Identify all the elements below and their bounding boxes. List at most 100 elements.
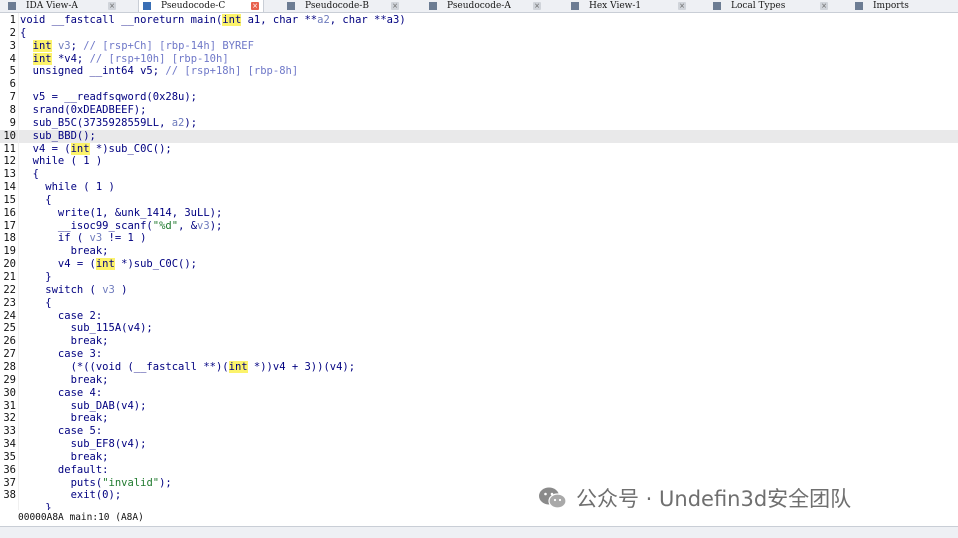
- close-icon[interactable]: ×: [108, 2, 116, 10]
- code-line[interactable]: 31 sub_DAB(v4);: [0, 400, 958, 413]
- code-text[interactable]: case 4:: [20, 387, 102, 400]
- code-line[interactable]: 6: [0, 78, 958, 91]
- code-text[interactable]: unsigned __int64 v5; // [rsp+18h] [rbp-8…: [20, 65, 299, 78]
- code-line[interactable]: 25 sub_115A(v4);: [0, 322, 958, 335]
- code-text[interactable]: int v3; // [rsp+Ch] [rbp-14h] BYREF: [20, 39, 254, 53]
- code-line[interactable]: 8 srand(0xDEADBEEF);: [0, 104, 958, 117]
- code-line[interactable]: 10 sub_BBD();: [0, 129, 958, 143]
- tab-label: Imports: [873, 1, 909, 11]
- code-text[interactable]: while ( 1 ): [20, 155, 103, 168]
- code-text[interactable]: (*((void (__fastcall **)(int *))v4 + 3))…: [20, 360, 355, 374]
- code-text[interactable]: puts("invalid");: [20, 477, 172, 490]
- code-text[interactable]: default:: [20, 464, 109, 477]
- line-number: 1: [9, 14, 16, 26]
- code-text[interactable]: v4 = (int *)sub_C0C();: [20, 142, 172, 156]
- code-text[interactable]: {: [20, 168, 39, 181]
- close-icon[interactable]: ×: [391, 2, 399, 10]
- close-icon[interactable]: ×: [251, 2, 259, 10]
- code-text[interactable]: void __fastcall __noreturn main(int a1, …: [20, 14, 406, 27]
- code-text[interactable]: case 2:: [20, 310, 102, 323]
- code-line[interactable]: 20 v4 = (int *)sub_C0C();: [0, 258, 958, 271]
- code-line[interactable]: 26 break;: [0, 335, 958, 348]
- code-line[interactable]: 24 case 2:: [0, 310, 958, 323]
- code-line[interactable]: 21 }: [0, 271, 958, 284]
- code-text[interactable]: while ( 1 ): [20, 181, 115, 194]
- close-icon[interactable]: ×: [820, 2, 828, 10]
- code-line[interactable]: 16 write(1, &unk_1414, 3uLL);: [0, 207, 958, 220]
- code-line[interactable]: 14 while ( 1 ): [0, 181, 958, 194]
- code-line[interactable]: 1 void __fastcall __noreturn main(int a1,…: [0, 14, 958, 27]
- code-line[interactable]: 35 break;: [0, 451, 958, 464]
- line-number: 13: [3, 168, 16, 181]
- local-types-icon: [713, 2, 721, 10]
- code-text[interactable]: break;: [20, 374, 109, 387]
- code-line[interactable]: 3 int v3; // [rsp+Ch] [rbp-14h] BYREF: [0, 39, 958, 53]
- code-text[interactable]: write(1, &unk_1414, 3uLL);: [20, 207, 222, 220]
- code-text[interactable]: sub_BBD();: [20, 130, 96, 143]
- line-number: 22: [3, 283, 16, 296]
- code-line[interactable]: 5 unsigned __int64 v5; // [rsp+18h] [rbp…: [0, 65, 958, 78]
- code-line[interactable]: 9 sub_B5C(3735928559LL, a2);: [0, 117, 958, 130]
- code-text[interactable]: v5 = __readfsqword(0x28u);: [20, 91, 197, 104]
- code-line[interactable]: 15 {: [0, 194, 958, 207]
- code-line[interactable]: 11 v4 = (int *)sub_C0C();: [0, 142, 958, 156]
- code-text[interactable]: if ( v3 != 1 ): [20, 232, 147, 245]
- code-text[interactable]: exit(0);: [20, 489, 122, 502]
- code-line[interactable]: 29 break;: [0, 374, 958, 387]
- tab-hex-view-1[interactable]: Hex View-1 ×: [567, 0, 690, 12]
- line-number: 15: [3, 193, 16, 206]
- code-text[interactable]: break;: [20, 451, 109, 464]
- line-number: 19: [3, 245, 16, 258]
- code-text[interactable]: {: [20, 194, 51, 207]
- code-text[interactable]: case 5:: [20, 425, 102, 438]
- code-line[interactable]: 2{: [0, 27, 958, 40]
- code-line[interactable]: 30 case 4:: [0, 387, 958, 400]
- code-line[interactable]: 32 break;: [0, 412, 958, 425]
- code-text[interactable]: sub_B5C(3735928559LL, a2);: [20, 117, 197, 130]
- code-line[interactable]: 4 int *v4; // [rsp+10h] [rbp-10h]: [0, 52, 958, 66]
- code-line[interactable]: 18 if ( v3 != 1 ): [0, 232, 958, 245]
- line-number: 30: [3, 386, 16, 399]
- tab-local-types[interactable]: Local Types ×: [709, 0, 832, 12]
- code-line[interactable]: 19 break;: [0, 245, 958, 258]
- code-text[interactable]: case 3:: [20, 348, 102, 361]
- tab-ida-view-a[interactable]: IDA View-A ×: [4, 0, 120, 12]
- code-text[interactable]: sub_EF8(v4);: [20, 438, 147, 451]
- code-text[interactable]: sub_115A(v4);: [20, 322, 153, 335]
- code-line[interactable]: 13 {: [0, 168, 958, 181]
- code-line[interactable]: 17 __isoc99_scanf("%d", &v3);: [0, 220, 958, 233]
- tab-pseudocode-c[interactable]: Pseudocode-C ×: [138, 0, 264, 12]
- watermark-text: 公众号 · Undefin3d安全团队: [576, 487, 852, 511]
- code-text[interactable]: break;: [20, 245, 109, 258]
- tab-label: Hex View-1: [589, 1, 642, 11]
- code-text[interactable]: }: [20, 271, 51, 284]
- code-text[interactable]: {: [20, 297, 51, 310]
- code-line[interactable]: 27 case 3:: [0, 348, 958, 361]
- code-text[interactable]: break;: [20, 412, 109, 425]
- code-line[interactable]: 23 {: [0, 297, 958, 310]
- tab-pseudocode-b[interactable]: Pseudocode-B ×: [283, 0, 403, 12]
- pseudocode-editor[interactable]: 1 void __fastcall __noreturn main(int a1,…: [0, 13, 958, 510]
- line-number: 28: [3, 360, 16, 373]
- code-line[interactable]: 12 while ( 1 ): [0, 155, 958, 168]
- code-text[interactable]: break;: [20, 335, 109, 348]
- code-text[interactable]: __isoc99_scanf("%d", &v3);: [20, 220, 222, 233]
- tab-imports[interactable]: Imports: [851, 0, 958, 12]
- code-line[interactable]: 36 default:: [0, 464, 958, 477]
- code-text[interactable]: sub_DAB(v4);: [20, 400, 147, 413]
- code-text[interactable]: int *v4; // [rsp+10h] [rbp-10h]: [20, 52, 229, 66]
- close-icon[interactable]: ×: [533, 2, 541, 10]
- code-line[interactable]: 22 switch ( v3 ): [0, 284, 958, 297]
- line-number: 25: [3, 322, 16, 335]
- code-line[interactable]: 33 case 5:: [0, 425, 958, 438]
- close-icon[interactable]: ×: [678, 2, 686, 10]
- code-text[interactable]: switch ( v3 ): [20, 284, 127, 297]
- code-line[interactable]: 34 sub_EF8(v4);: [0, 438, 958, 451]
- code-text[interactable]: }: [20, 502, 51, 510]
- code-text[interactable]: v4 = (int *)sub_C0C();: [20, 258, 197, 271]
- code-text[interactable]: srand(0xDEADBEEF);: [20, 104, 147, 117]
- code-text[interactable]: {: [20, 27, 26, 40]
- code-line[interactable]: 28 (*((void (__fastcall **)(int *))v4 + …: [0, 360, 958, 374]
- code-line[interactable]: 7 v5 = __readfsqword(0x28u);: [0, 91, 958, 104]
- tab-pseudocode-a[interactable]: Pseudocode-A ×: [425, 0, 545, 12]
